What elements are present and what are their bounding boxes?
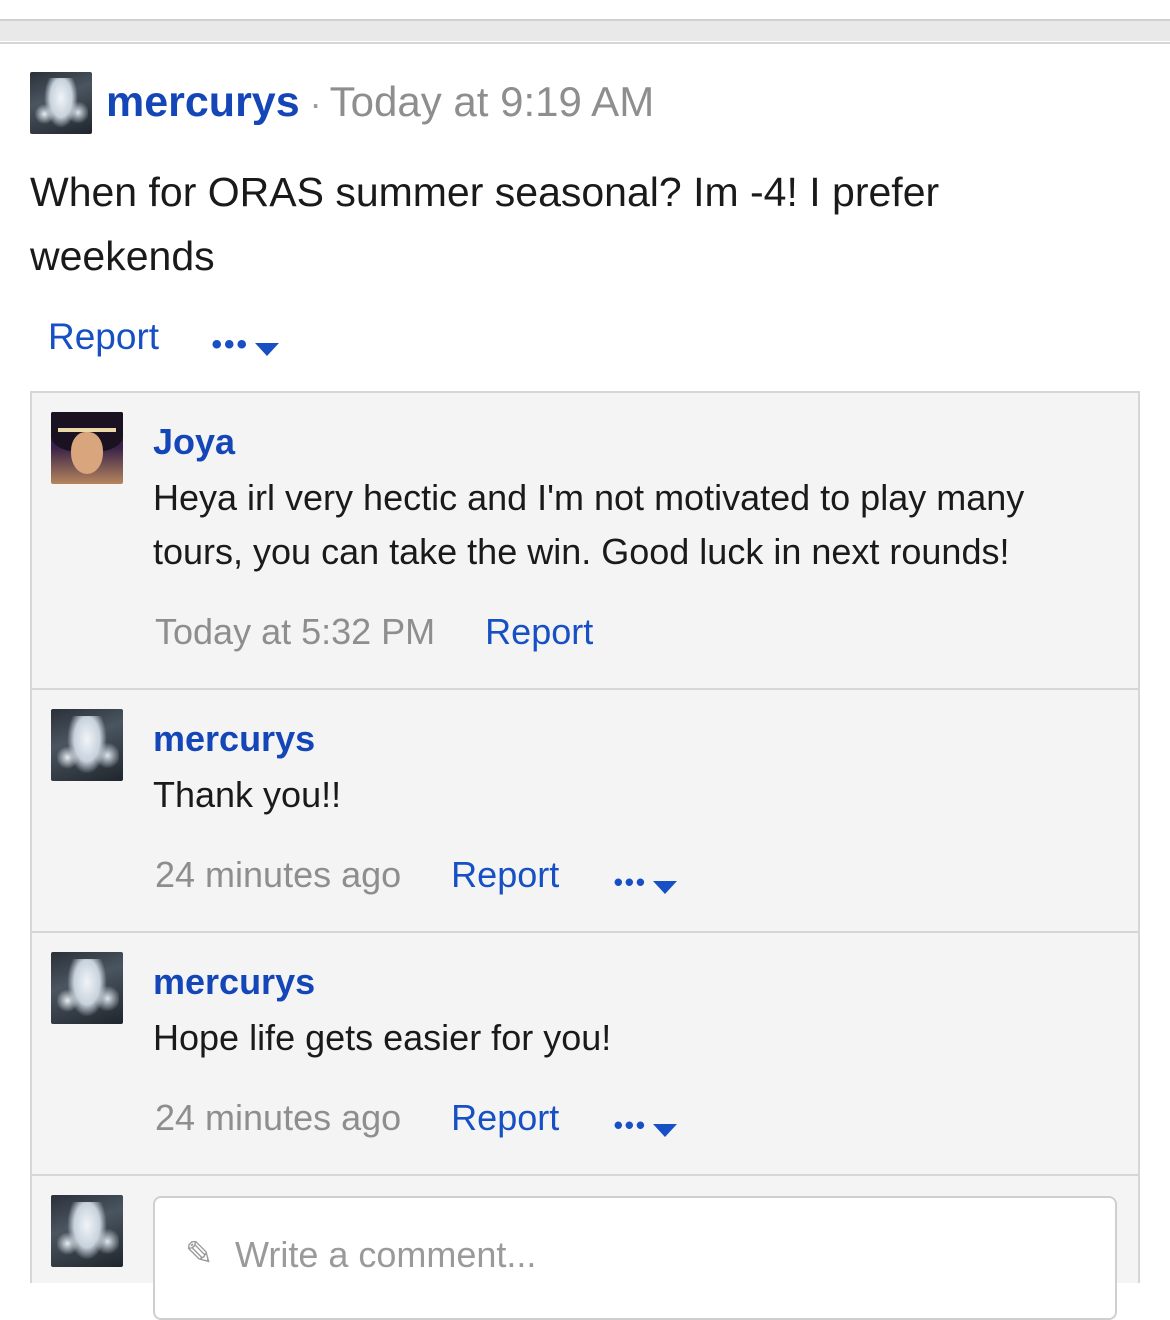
- more-dots-icon: •••: [613, 867, 647, 898]
- top-bar: [0, 0, 1170, 44]
- pencil-icon: ✎: [185, 1235, 214, 1273]
- comment-item: mercurys Thank you!! 24 minutes ago Repor…: [32, 690, 1138, 933]
- comment-meta: Today at 5:32 PM Report: [155, 611, 593, 653]
- post-actions: Report •••: [48, 316, 280, 362]
- report-link[interactable]: Report: [451, 1097, 559, 1138]
- comment-item: Joya Heya irl very hectic and I'm not mo…: [32, 393, 1138, 690]
- post-timestamp[interactable]: Today at 9:19 AM: [330, 78, 655, 125]
- post-author-link[interactable]: mercurys: [106, 78, 300, 126]
- chevron-down-icon: [255, 343, 280, 357]
- avatar[interactable]: [51, 412, 123, 484]
- top-divider: [0, 19, 1170, 41]
- comment-composer: ✎ Write a comment...: [32, 1176, 1138, 1320]
- comments-panel: Joya Heya irl very hectic and I'm not mo…: [30, 391, 1140, 1320]
- report-link[interactable]: Report: [48, 316, 159, 357]
- avatar[interactable]: [51, 709, 123, 781]
- comment-timestamp[interactable]: 24 minutes ago: [155, 1097, 401, 1138]
- more-dots-icon: •••: [613, 1110, 647, 1141]
- post-body: When for ORAS summer seasonal? Im -4! I …: [30, 169, 940, 279]
- avatar[interactable]: [30, 72, 92, 134]
- more-dots-icon: •••: [211, 327, 250, 361]
- post-header: mercurys · Today at 9:19 AM: [106, 78, 654, 127]
- comment-author-link[interactable]: mercurys: [153, 961, 315, 1003]
- comment-text: Thank you!!: [153, 774, 342, 815]
- chevron-down-icon: [653, 1123, 677, 1137]
- avatar[interactable]: [51, 952, 123, 1024]
- chevron-down-icon: [653, 880, 677, 894]
- comment-text: Heya irl very hectic and I'm not motivat…: [153, 477, 1025, 572]
- comment-author-link[interactable]: mercurys: [153, 718, 315, 760]
- comment-meta: 24 minutes ago Report •••: [155, 854, 677, 898]
- more-menu-button[interactable]: •••: [614, 1110, 677, 1141]
- more-menu-button[interactable]: •••: [614, 867, 677, 898]
- comment-placeholder: Write a comment...: [235, 1234, 537, 1275]
- separator: ·: [309, 83, 322, 124]
- report-link[interactable]: Report: [485, 611, 593, 652]
- comment-input[interactable]: ✎ Write a comment...: [153, 1196, 1117, 1320]
- comment-author-link[interactable]: Joya: [153, 421, 235, 463]
- avatar: [51, 1195, 123, 1267]
- comment-timestamp[interactable]: 24 minutes ago: [155, 854, 401, 895]
- report-link[interactable]: Report: [451, 854, 559, 895]
- comment-meta: 24 minutes ago Report •••: [155, 1097, 677, 1141]
- comment-text: Hope life gets easier for you!: [153, 1017, 612, 1058]
- more-menu-button[interactable]: •••: [212, 328, 280, 362]
- comment-item: mercurys Hope life gets easier for you! …: [32, 933, 1138, 1176]
- comment-timestamp[interactable]: Today at 5:32 PM: [155, 611, 435, 652]
